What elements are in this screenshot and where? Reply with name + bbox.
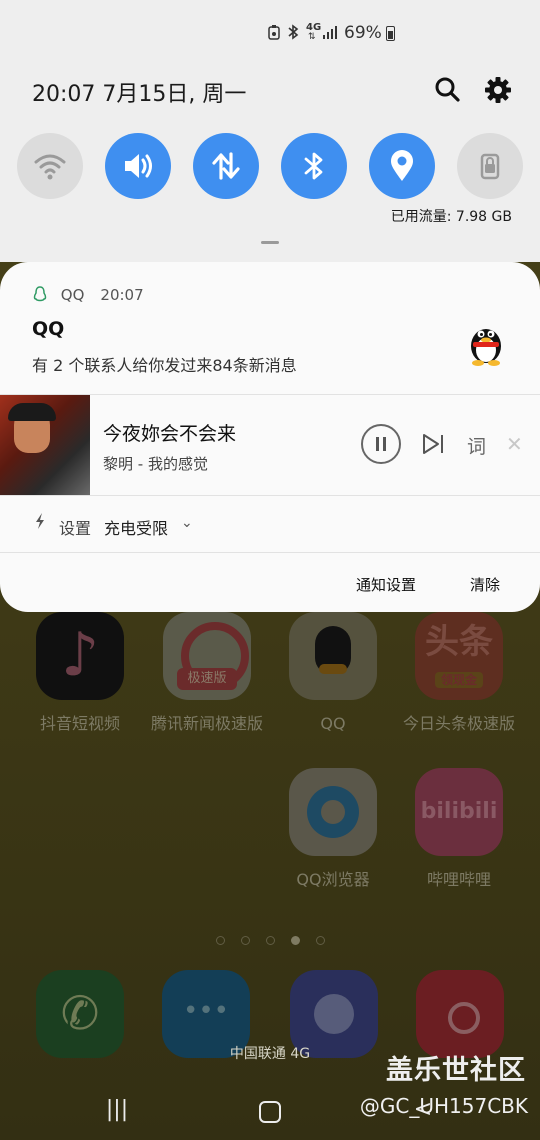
data-arrows-icon: ⇅	[308, 32, 316, 42]
divider	[0, 495, 540, 496]
watermark-user: @GC_UH157CBK	[359, 1094, 528, 1118]
notification-app-name: QQ	[60, 286, 85, 304]
qq-small-icon	[32, 286, 53, 304]
app-icon-tag: 极速版	[177, 668, 237, 690]
notification-header: QQ 20:07	[32, 286, 144, 304]
bluetooth-toggle[interactable]	[281, 133, 347, 199]
app-qq-browser[interactable]: QQ浏览器	[268, 768, 398, 892]
page-dot	[265, 936, 275, 945]
app-label: 今日头条极速版	[402, 714, 515, 733]
location-pin-icon	[391, 150, 413, 181]
notification-title[interactable]: QQ	[32, 318, 64, 340]
qq-penguin-icon	[466, 320, 506, 366]
quick-panel: 4G ⇅ 69% 20:07 7月15日, 周一 已用流量: 7.98 GB	[0, 0, 540, 262]
douyin-icon	[36, 612, 124, 700]
bluetooth-icon	[304, 152, 323, 180]
page-dot-active	[290, 936, 300, 945]
page-dot	[215, 936, 225, 945]
qq-icon	[289, 612, 377, 700]
qq-browser-icon	[289, 768, 377, 856]
wifi-icon	[34, 154, 66, 180]
next-track-icon	[423, 434, 443, 454]
lock-screen-toggle[interactable]	[457, 133, 523, 199]
signal-icon	[322, 24, 338, 44]
app-toutiao[interactable]: 头条 领现金 今日头条极速版	[394, 612, 524, 736]
app-qq[interactable]: QQ	[268, 612, 398, 736]
app-icon-text: 头条	[425, 622, 493, 662]
close-icon[interactable]: ✕	[506, 432, 523, 456]
toutiao-icon: 头条 领现金	[415, 612, 503, 700]
system-setting-label: 设置	[59, 519, 92, 538]
page-indicator	[0, 930, 540, 949]
gear-icon[interactable]	[482, 74, 514, 106]
search-icon[interactable]	[432, 74, 464, 106]
notification-card: QQ 20:07 QQ 有 2 个联系人给你发过来84条新消息 今夜妳会不会来 黎…	[0, 262, 540, 612]
app-icon-tag: 领现金	[435, 672, 483, 688]
clear-button[interactable]: 清除	[470, 574, 500, 595]
home-button[interactable]	[248, 1094, 288, 1126]
app-bilibili[interactable]: bilibili 哔哩哔哩	[394, 768, 524, 892]
date-time: 20:07 7月15日, 周一	[32, 82, 247, 107]
app-tencent-news[interactable]: 极速版 腾讯新闻极速版	[142, 612, 272, 736]
next-track-button[interactable]	[420, 432, 446, 456]
divider	[0, 552, 540, 553]
mobile-data-toggle[interactable]	[193, 133, 259, 199]
notification-time: 20:07	[100, 286, 144, 304]
song-title[interactable]: 今夜妳会不会来	[103, 419, 236, 446]
app-label: QQ	[320, 714, 346, 733]
app-douyin[interactable]: 抖音短视频	[15, 612, 145, 736]
recent-apps-button[interactable]: |||	[97, 1094, 137, 1126]
speaker-icon	[125, 154, 152, 178]
lyrics-button[interactable]: 词	[467, 432, 486, 459]
app-label: 腾讯新闻极速版	[150, 714, 263, 733]
data-transfer-icon	[212, 152, 240, 180]
data-saver-icon	[268, 24, 280, 44]
song-artist[interactable]: 黎明 - 我的感觉	[103, 453, 208, 474]
drag-handle[interactable]	[261, 241, 279, 244]
battery-icon	[386, 26, 395, 41]
bluetooth-status-icon	[286, 23, 300, 45]
charging-limit-status[interactable]: 充电受限	[104, 515, 168, 539]
sound-toggle[interactable]	[105, 133, 171, 199]
notification-settings-button[interactable]: 通知设置	[356, 574, 416, 595]
battery-percent: 69%	[344, 23, 382, 43]
app-label: 抖音短视频	[39, 714, 120, 733]
notification-text[interactable]: 有 2 个联系人给你发过来84条新消息	[32, 352, 297, 376]
app-label: 哔哩哔哩	[426, 870, 491, 889]
wifi-toggle[interactable]	[17, 133, 83, 199]
data-usage-label: 已用流量: 7.98 GB	[390, 209, 512, 225]
bilibili-icon: bilibili	[415, 768, 503, 856]
page-dot	[315, 936, 325, 945]
chevron-down-icon[interactable]: ⌄	[181, 515, 193, 531]
tencent-news-icon: 极速版	[163, 612, 251, 700]
app-label: QQ浏览器	[296, 870, 370, 889]
album-art[interactable]	[0, 395, 90, 495]
location-toggle[interactable]	[369, 133, 435, 199]
watermark-title: 盖乐世社区	[386, 1055, 526, 1086]
lightning-icon	[34, 512, 46, 534]
pause-button[interactable]	[361, 424, 401, 464]
page-dot	[240, 936, 250, 945]
lock-icon	[480, 153, 500, 180]
app-icon-text: bilibili	[420, 799, 498, 824]
